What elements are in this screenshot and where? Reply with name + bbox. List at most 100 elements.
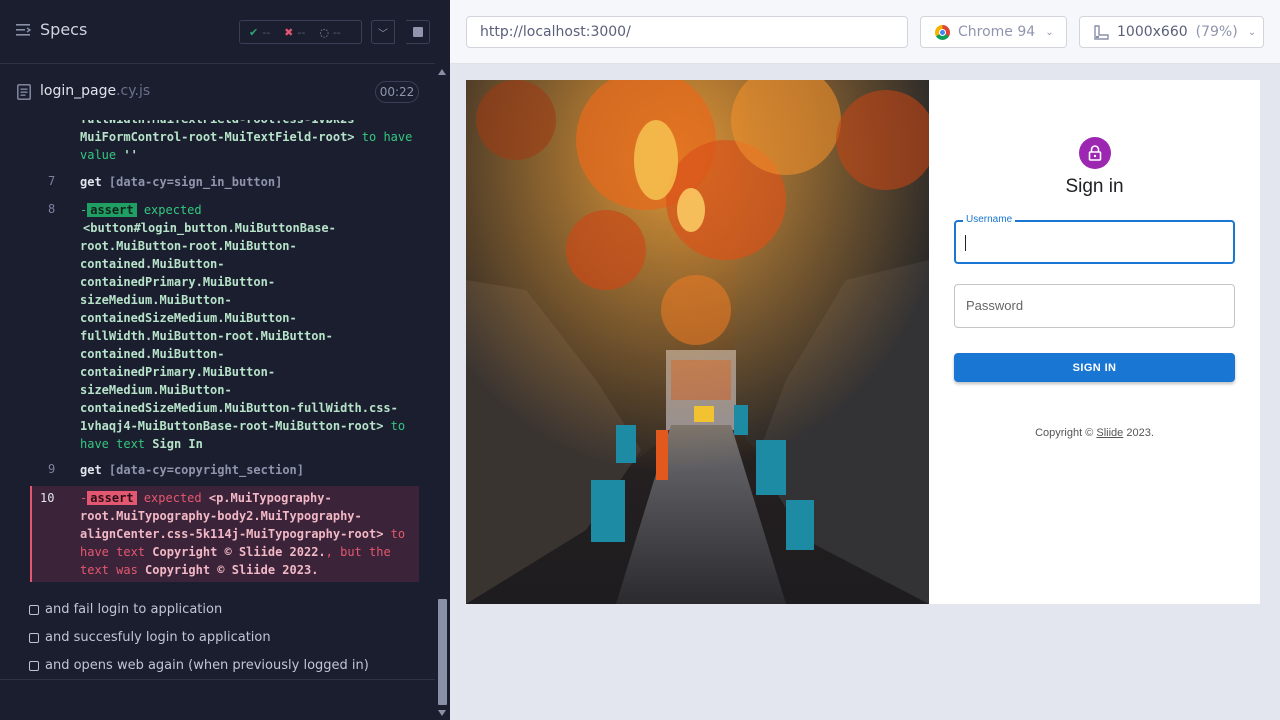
copyright-section: Copyright © Sliide 2023. xyxy=(929,427,1260,439)
spec-name: login_page xyxy=(40,83,117,99)
browser-name: Chrome 94 xyxy=(958,24,1036,40)
lock-avatar xyxy=(1079,137,1111,169)
command-text: to have xyxy=(361,130,413,144)
x-icon: ✖ xyxy=(284,25,294,39)
sign-in-button[interactable]: SIGN IN xyxy=(954,353,1235,382)
command-text: containedPrimary.MuiButton- xyxy=(80,365,276,379)
pending-icon: ◌ xyxy=(319,25,329,39)
command-text: contained.MuiButton- xyxy=(80,257,225,271)
command-number: 10 xyxy=(40,491,55,505)
command-item[interactable]: 9 get [data-cy=copyright_section] xyxy=(30,460,419,480)
test-item[interactable]: and fail login to application xyxy=(29,602,222,617)
username-label: Username xyxy=(963,214,1016,225)
command-number: 9 xyxy=(48,462,56,476)
test-stats: ✔ -- ✖ -- ◌ -- xyxy=(239,20,362,44)
assert-badge: assert xyxy=(87,203,137,217)
command-text: containedSizeMedium.MuiButton-fullWidth.… xyxy=(80,401,398,415)
command-text: root.MuiButton-root.MuiButton- xyxy=(80,239,297,253)
pending-count: -- xyxy=(332,25,341,39)
check-icon: ✔ xyxy=(249,25,259,39)
chevron-down-icon: ⌄ xyxy=(1045,26,1054,38)
spec-file-header: login_page.cy.js 00:22 xyxy=(0,64,435,120)
command-name: get xyxy=(80,463,102,477)
copyright-link[interactable]: Sliide xyxy=(1096,427,1123,439)
command-value: Sign In xyxy=(152,437,203,451)
menu-collapse-icon xyxy=(16,23,32,36)
test-title: and succesfuly login to application xyxy=(45,630,271,645)
command-item[interactable]: fullWidth.MuiTextField-root.css-1vbk2s M… xyxy=(30,120,419,166)
command-value: Copyright © Sliide 2022. xyxy=(152,545,326,559)
copyright-year: 2023. xyxy=(1123,427,1154,439)
page-title: Sign in xyxy=(1065,176,1124,197)
viewport-size: 1000x660 xyxy=(1117,24,1188,40)
runner-footer xyxy=(0,679,435,720)
command-text: <p.MuiTypography- xyxy=(208,491,332,505)
command-text: have text xyxy=(80,437,146,451)
command-log-scrollbar[interactable] xyxy=(435,64,450,720)
pending-test-icon xyxy=(29,660,39,671)
command-text: to xyxy=(390,419,406,433)
command-text: MuiFormControl-root-MuiTextField-root> xyxy=(80,130,355,144)
command-text: sizeMedium.MuiButton- xyxy=(80,293,232,307)
stop-icon xyxy=(412,27,423,37)
aut-header: http://localhost:3000/ Chrome 94 ⌄ 1000x… xyxy=(450,0,1280,64)
assert-fail-badge: assert xyxy=(87,491,137,505)
command-item[interactable]: 8 - assert expected <button#login_button.… xyxy=(30,200,419,456)
command-text: 1vhaqj4-MuiButtonBase-root-MuiButton-roo… xyxy=(80,419,384,433)
command-text: , but the xyxy=(325,545,391,559)
test-title: and fail login to application xyxy=(45,602,223,617)
command-text: containedSizeMedium.MuiButton- xyxy=(80,311,297,325)
viewport-selector[interactable]: 1000x660 (79%) ⌄ xyxy=(1079,16,1264,48)
command-number: 7 xyxy=(48,174,56,188)
username-field[interactable]: Username xyxy=(954,214,1235,264)
browser-selector[interactable]: Chrome 94 ⌄ xyxy=(920,16,1067,48)
scrollbar-thumb[interactable] xyxy=(438,599,447,705)
command-text: have text xyxy=(80,545,146,559)
command-text: sizeMedium.MuiButton- xyxy=(80,383,232,397)
chevron-down-icon: ﹀ xyxy=(378,28,388,40)
test-title: and opens web again (when previously log… xyxy=(45,658,369,673)
command-text: value xyxy=(80,148,117,162)
specs-title: Specs xyxy=(40,20,88,39)
command-list: fullWidth.MuiTextField-root.css-1vbk2s M… xyxy=(0,120,435,680)
command-text: <button#login_button.MuiButtonBase- xyxy=(83,221,336,235)
lock-icon xyxy=(1088,145,1102,161)
duration-badge: 00:22 xyxy=(375,81,419,103)
command-text: alignCenter.css-5k114j-MuiTypography-roo… xyxy=(80,527,384,541)
copyright-text: Copyright © xyxy=(1035,427,1097,439)
url-bar[interactable]: http://localhost:3000/ xyxy=(466,16,908,48)
command-text: root.MuiTypography-body2.MuiTypography- xyxy=(80,509,362,523)
password-placeholder: Password xyxy=(966,298,1024,313)
command-item[interactable]: 7 get [data-cy=sign_in_button] xyxy=(30,172,419,192)
ruler-icon xyxy=(1094,24,1109,40)
test-item[interactable]: and succesfuly login to application xyxy=(29,630,271,645)
command-name: get xyxy=(80,175,102,189)
alley-photo xyxy=(466,80,929,604)
spec-file-name[interactable]: login_page.cy.js xyxy=(40,83,150,99)
scroll-up-icon[interactable] xyxy=(438,69,446,75)
pending-test-icon xyxy=(29,632,39,643)
command-text: fullWidth.MuiButton-root.MuiButton- xyxy=(80,329,333,343)
command-actual-value: Copyright © Sliide 2023. xyxy=(145,563,319,577)
failed-command-item[interactable]: 10 - assert expected <p.MuiTypography- ro… xyxy=(30,486,419,582)
test-item[interactable]: and opens web again (when previously log… xyxy=(29,658,369,673)
scroll-down-icon[interactable] xyxy=(438,710,446,716)
command-text: expected xyxy=(143,491,202,505)
command-text: text was xyxy=(80,563,138,577)
sign-in-form: Sign in Username Password SIGN IN Copyri… xyxy=(929,80,1260,604)
zoom-level: (79%) xyxy=(1195,24,1238,40)
runner-header: Specs ✔ -- ✖ -- ◌ -- ﹀ xyxy=(0,0,435,64)
expand-button[interactable]: ﹀ xyxy=(371,20,395,44)
command-text: contained.MuiButton- xyxy=(80,347,225,361)
command-log-panel: Specs ✔ -- ✖ -- ◌ -- ﹀ login_page.cy.js 00:… xyxy=(0,0,450,720)
app-preview: Sign in Username Password SIGN IN Copyri… xyxy=(466,80,1260,604)
chrome-icon xyxy=(935,24,950,40)
password-field[interactable]: Password xyxy=(954,284,1235,328)
spec-ext: .cy.js xyxy=(116,83,151,99)
document-icon xyxy=(17,84,31,100)
command-selector: [data-cy=copyright_section] xyxy=(108,463,304,477)
specs-toggle[interactable]: Specs xyxy=(16,20,87,39)
stop-button[interactable] xyxy=(406,20,430,44)
command-text: fullWidth.MuiTextField-root.css-1vbk2s xyxy=(80,120,415,128)
command-text: containedPrimary.MuiButton- xyxy=(80,275,276,289)
